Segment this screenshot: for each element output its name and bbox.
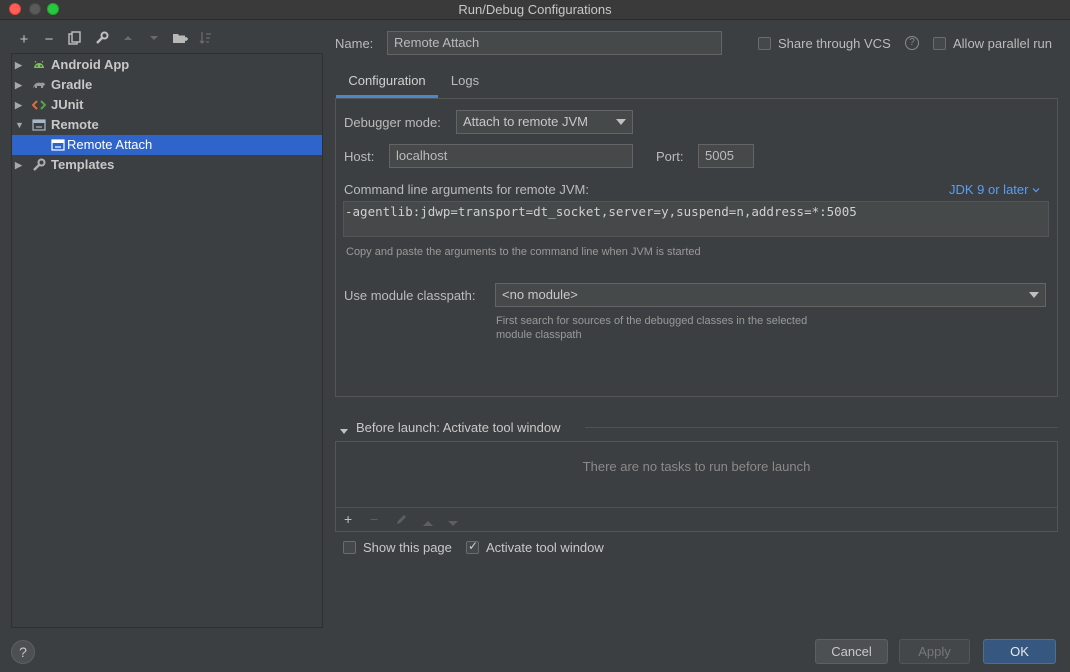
debugger-mode-value: Attach to remote JVM: [463, 114, 588, 129]
collapse-arrow-icon[interactable]: ▼: [15, 115, 24, 135]
expand-arrow-icon[interactable]: ▶: [15, 75, 22, 95]
tree-item-gradle[interactable]: ▶ Gradle: [12, 75, 322, 95]
task-toolbar-divider: [336, 507, 1057, 508]
share-vcs-checkbox[interactable]: [758, 37, 771, 50]
activate-tool-window-label: Activate tool window: [486, 540, 604, 555]
move-task-down-icon[interactable]: [447, 516, 459, 531]
add-icon[interactable]: +: [15, 31, 33, 49]
edit-task-icon[interactable]: [395, 513, 408, 529]
tree-item-label: Gradle: [51, 77, 93, 92]
add-task-icon[interactable]: +: [344, 511, 352, 527]
expand-arrow-icon[interactable]: ▶: [15, 155, 22, 175]
tree-item-label: Remote Attach: [67, 137, 153, 152]
tree-item-junit[interactable]: ▶ JUnit: [12, 95, 322, 115]
move-down-icon[interactable]: [145, 31, 163, 49]
apply-button[interactable]: Apply: [899, 639, 970, 664]
android-icon: [32, 58, 46, 72]
allow-parallel-checkbox[interactable]: [933, 37, 946, 50]
copy-icon[interactable]: [66, 31, 84, 49]
help-icon[interactable]: ?: [905, 36, 919, 50]
tree-item-android-app[interactable]: ▶ Android App: [12, 55, 322, 75]
cancel-button[interactable]: Cancel: [815, 639, 888, 664]
remove-task-icon[interactable]: −: [370, 511, 378, 527]
tree-item-remote[interactable]: ▼ Remote: [12, 115, 322, 135]
cmd-args-hint: Copy and paste the arguments to the comm…: [346, 246, 701, 258]
cmd-args-label: Command line arguments for remote JVM:: [344, 182, 589, 197]
title-bar: Run/Debug Configurations: [0, 0, 1070, 20]
ok-button[interactable]: OK: [983, 639, 1056, 664]
show-page-checkbox[interactable]: [343, 541, 356, 554]
sort-icon[interactable]: [197, 31, 215, 49]
chevron-down-icon: [616, 119, 626, 125]
name-label: Name:: [335, 36, 374, 51]
help-button[interactable]: ?: [11, 640, 35, 664]
before-launch-title: Before launch: Activate tool window: [356, 420, 561, 435]
jdk-version-label: JDK 9 or later: [949, 182, 1029, 197]
activate-tool-window-checkbox[interactable]: [466, 539, 479, 554]
move-task-up-icon[interactable]: [422, 515, 434, 530]
module-classpath-label: Use module classpath:: [344, 288, 476, 303]
module-hint-line-2: module classpath: [496, 329, 582, 341]
junit-icon: [31, 98, 47, 112]
remote-config-icon: [51, 138, 65, 152]
port-field[interactable]: 5005: [698, 144, 754, 168]
tree-item-remote-attach[interactable]: Remote Attach: [12, 135, 322, 155]
cmd-args-text[interactable]: -agentlib:jdwp=transport=dt_socket,serve…: [345, 204, 857, 219]
cmd-args-box[interactable]: -agentlib:jdwp=transport=dt_socket,serve…: [343, 201, 1049, 237]
port-label: Port:: [656, 149, 684, 164]
section-divider: [585, 427, 1058, 428]
share-vcs-label: Share through VCS: [778, 36, 891, 51]
tree-item-label: Remote: [51, 117, 99, 132]
chevron-down-icon: [1032, 188, 1040, 193]
chevron-down-icon: [1029, 292, 1039, 298]
tree-item-templates[interactable]: ▶ Templates: [12, 155, 322, 175]
jdk-version-link[interactable]: JDK 9 or later: [949, 182, 1040, 197]
module-classpath-value: <no module>: [502, 287, 578, 302]
tab-logs[interactable]: Logs: [440, 68, 490, 98]
host-label: Host:: [344, 149, 375, 164]
tree-item-label: Templates: [51, 157, 115, 172]
module-hint-line-1: First search for sources of the debugged…: [496, 315, 808, 327]
host-field[interactable]: localhost: [389, 144, 633, 168]
debugger-mode-label: Debugger mode:: [344, 115, 441, 130]
empty-tasks-text: There are no tasks to run before launch: [582, 459, 811, 474]
allow-parallel-label: Allow parallel run: [953, 36, 1052, 51]
before-launch-toggle-icon[interactable]: [339, 424, 349, 439]
new-folder-icon[interactable]: [171, 31, 189, 49]
gradle-icon: [32, 78, 46, 92]
expand-arrow-icon[interactable]: ▶: [15, 55, 22, 75]
debugger-mode-select[interactable]: Attach to remote JVM: [456, 110, 633, 134]
tab-configuration[interactable]: Configuration: [336, 68, 438, 98]
wrench-icon[interactable]: [93, 31, 111, 49]
wrench-icon: [32, 158, 46, 172]
configuration-tree[interactable]: ▶ Android App ▶ Gradle ▶ JUnit ▼ Remote …: [11, 53, 323, 628]
module-classpath-select[interactable]: <no module>: [495, 283, 1046, 307]
remote-icon: [32, 118, 46, 132]
remove-icon[interactable]: −: [40, 31, 58, 49]
tree-item-label: JUnit: [51, 97, 84, 112]
expand-arrow-icon[interactable]: ▶: [15, 95, 22, 115]
tree-item-label: Android App: [51, 57, 130, 72]
name-field[interactable]: Remote Attach: [387, 31, 722, 55]
window-title: Run/Debug Configurations: [458, 2, 612, 17]
move-up-icon[interactable]: [119, 31, 137, 49]
show-page-label: Show this page: [363, 540, 452, 555]
before-launch-task-list[interactable]: There are no tasks to run before launch …: [335, 441, 1058, 532]
